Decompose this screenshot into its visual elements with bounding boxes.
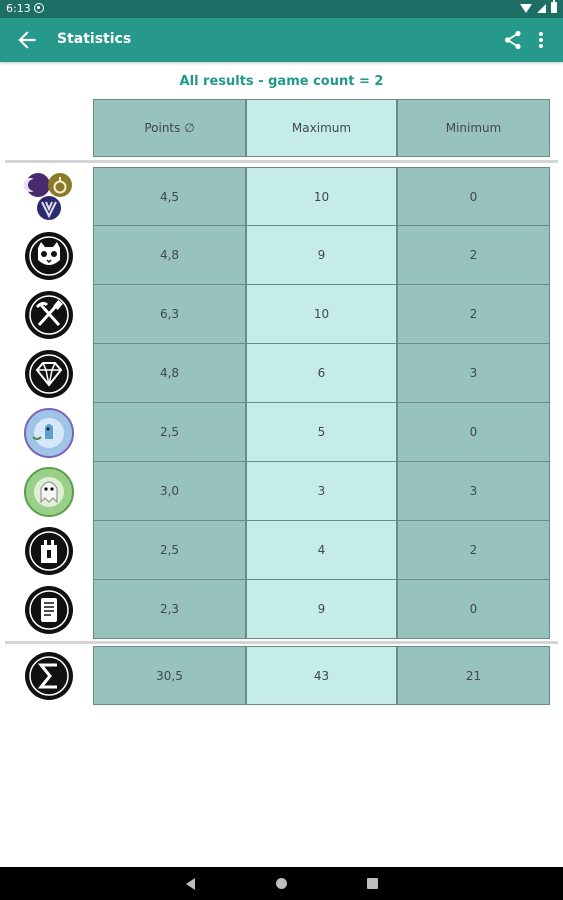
game-count-subtitle: All results - game count = 2: [179, 74, 384, 89]
nav-back-icon[interactable]: [186, 878, 195, 890]
divider: [5, 641, 558, 644]
share-button[interactable]: [501, 28, 525, 52]
status-bar: 6:13: [0, 0, 563, 18]
table-row[interactable]: 2,5 4 2: [93, 521, 550, 580]
points-average-cell: 2,3: [93, 580, 246, 639]
header-minimum[interactable]: Minimum: [397, 99, 550, 157]
minimum-cell: 0: [397, 167, 550, 226]
maximum-cell: 5: [246, 403, 397, 462]
points-average-cell: 2,5: [93, 403, 246, 462]
table-header: Points ∅ Maximum Minimum: [93, 99, 550, 157]
total-minimum-cell: 21: [397, 646, 550, 705]
app-bar: Statistics: [0, 18, 563, 62]
table-row[interactable]: 2,5 5 0: [93, 403, 550, 462]
cat-face-icon: [23, 230, 75, 282]
points-average-cell: 4,8: [93, 344, 246, 403]
crossed-tools-icon: [23, 289, 75, 341]
tricolor-symbols-icon: [23, 171, 75, 223]
total-maximum-cell: 43: [246, 646, 397, 705]
table-row[interactable]: 4,5 10 0: [93, 167, 550, 226]
status-time: 6:13: [6, 2, 31, 15]
minimum-cell: 2: [397, 226, 550, 285]
green-bubble-ghost-icon: [23, 466, 75, 518]
maximum-cell: 10: [246, 285, 397, 344]
points-average-cell: 4,8: [93, 226, 246, 285]
more-vert-icon: [539, 32, 543, 48]
maximum-cell: 3: [246, 462, 397, 521]
back-button[interactable]: [14, 27, 40, 53]
navigation-bar: [0, 867, 563, 900]
minimum-cell: 0: [397, 403, 550, 462]
header-maximum[interactable]: Maximum: [246, 99, 397, 157]
wifi-icon: [520, 3, 532, 13]
maximum-cell: 6: [246, 344, 397, 403]
battery-icon: [551, 0, 557, 13]
points-average-cell: 6,3: [93, 285, 246, 344]
blue-bubble-creature-icon: [23, 407, 75, 459]
system-icons: [520, 0, 557, 13]
maximum-cell: 4: [246, 521, 397, 580]
table-row[interactable]: 3,0 3 3: [93, 462, 550, 521]
header-points-average[interactable]: Points ∅: [93, 99, 246, 157]
sigma-sum-icon: [23, 650, 75, 702]
more-options-button[interactable]: [529, 28, 553, 52]
points-average-cell: 4,5: [93, 167, 246, 226]
maximum-cell: 10: [246, 167, 397, 226]
table-row[interactable]: 4,8 9 2: [93, 226, 550, 285]
points-average-cell: 3,0: [93, 462, 246, 521]
table-row[interactable]: 6,3 10 2: [93, 285, 550, 344]
totals-row[interactable]: 30,5 43 21: [93, 646, 550, 705]
nav-recents-icon[interactable]: [367, 878, 378, 889]
minimum-cell: 3: [397, 344, 550, 403]
scroll-icon: [23, 584, 75, 636]
share-icon: [504, 30, 521, 50]
maximum-cell: 9: [246, 580, 397, 639]
notification-app-icon: [34, 3, 44, 13]
total-points-cell: 30,5: [93, 646, 246, 705]
nav-home-icon[interactable]: [276, 878, 287, 889]
minimum-cell: 2: [397, 521, 550, 580]
page-title: Statistics: [57, 31, 132, 47]
minimum-cell: 0: [397, 580, 550, 639]
arrow-left-icon: [18, 31, 36, 49]
tower-icon: [23, 525, 75, 577]
divider: [5, 160, 558, 163]
points-average-cell: 2,5: [93, 521, 246, 580]
table-row[interactable]: 4,8 6 3: [93, 344, 550, 403]
minimum-cell: 3: [397, 462, 550, 521]
maximum-cell: 9: [246, 226, 397, 285]
table-row[interactable]: 2,3 9 0: [93, 580, 550, 639]
signal-icon: [537, 3, 546, 13]
minimum-cell: 2: [397, 285, 550, 344]
diamond-gem-icon: [23, 348, 75, 400]
